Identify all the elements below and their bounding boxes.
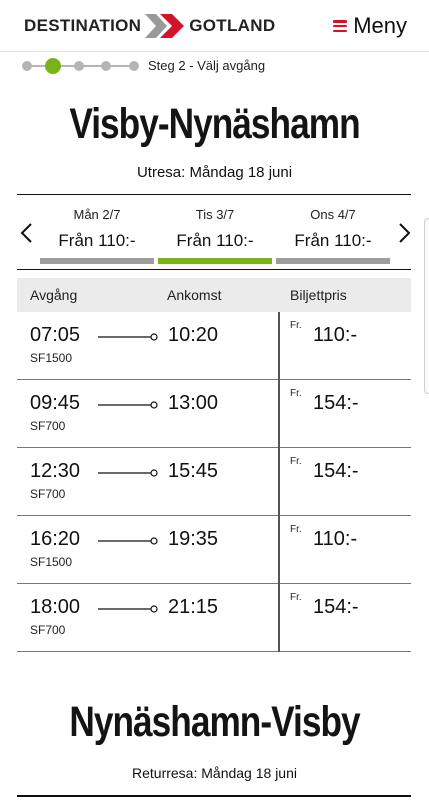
departure-row[interactable]: 18:00 SF700 21:15 Fr. 154:- xyxy=(17,584,411,652)
date-tab-indicator xyxy=(276,258,390,264)
table-header: Avgång Ankomst Biljettpris xyxy=(17,278,411,312)
price-prefix: Fr. xyxy=(290,456,302,467)
ticket-price: 110:- xyxy=(313,324,358,346)
hamburger-icon xyxy=(333,20,348,32)
route-line-icon xyxy=(98,605,158,613)
date-tab-price: Från 110:- xyxy=(58,231,136,250)
ship-name: SF700 xyxy=(30,419,66,433)
ticket-price: 154:- xyxy=(313,392,359,414)
step-label: Steg 2 - Välj avgång xyxy=(148,58,266,73)
ship-name: SF1500 xyxy=(30,351,73,365)
arrival-time: 13:00 xyxy=(168,392,219,414)
arrival-time: 19:35 xyxy=(168,528,219,550)
date-tab-price: Från 110:- xyxy=(294,231,372,250)
step-dot-3 xyxy=(74,61,84,71)
date-tab-day: Ons 4/7 xyxy=(310,207,356,222)
date-tab-indicator xyxy=(158,258,272,264)
outbound-date: Utresa: Måndag 18 juni xyxy=(136,164,293,181)
ticket-price: 154:- xyxy=(313,460,359,482)
arrival-time: 15:45 xyxy=(168,460,219,482)
price-prefix: Fr. xyxy=(290,524,302,535)
date-tab-indicator xyxy=(40,258,154,264)
header-price: Biljettpris xyxy=(290,287,347,303)
ship-name: SF700 xyxy=(30,623,66,637)
column-divider xyxy=(278,380,280,448)
ticket-price: 110:- xyxy=(313,528,358,550)
departure-time: 18:00 xyxy=(30,596,81,618)
site-header: DESTINATION GOTLAND Meny xyxy=(0,0,429,52)
date-tab-price: Från 110:- xyxy=(176,231,254,250)
column-divider xyxy=(278,584,280,652)
departure-time: 07:05 xyxy=(30,324,81,346)
ticket-price: 154:- xyxy=(313,596,359,618)
date-tab-wed[interactable]: Ons 4/7 Från 110:- xyxy=(276,206,390,264)
ship-name: SF1500 xyxy=(30,555,73,569)
departure-time: 16:20 xyxy=(30,528,81,550)
arrival-time: 10:20 xyxy=(168,324,219,346)
column-divider xyxy=(278,312,280,380)
logo-chevrons-icon xyxy=(145,14,185,38)
price-prefix: Fr. xyxy=(290,320,302,331)
menu-label: Meny xyxy=(353,13,407,38)
return-divider xyxy=(17,795,411,797)
route-line-icon xyxy=(98,469,158,477)
chevron-left-icon[interactable] xyxy=(16,222,38,244)
date-tab-day: Tis 3/7 xyxy=(195,207,235,222)
price-prefix: Fr. xyxy=(290,388,302,399)
departure-time: 09:45 xyxy=(30,392,81,414)
departures-table: Avgång Ankomst Biljettpris 07:05 SF1500 … xyxy=(17,278,411,652)
route-line-icon xyxy=(98,537,158,545)
date-tab-day: Mån 2/7 xyxy=(73,207,121,222)
chevron-right-icon[interactable] xyxy=(393,222,415,244)
price-prefix: Fr. xyxy=(290,592,302,603)
ship-name: SF700 xyxy=(30,487,66,501)
return-date: Returresa: Måndag 18 juni xyxy=(132,765,297,781)
step-dot-2-active xyxy=(45,58,61,74)
date-tab-tue-selected[interactable]: Tis 3/7 Från 110:- xyxy=(158,206,272,264)
departure-row[interactable]: 16:20 SF1500 19:35 Fr. 110:- xyxy=(17,516,411,584)
return-route-title: Nynäshamn-Visby xyxy=(69,698,360,746)
logo-text-left: DESTINATION xyxy=(24,16,142,35)
departure-time: 12:30 xyxy=(30,460,81,482)
date-tab-mon[interactable]: Mån 2/7 Från 110:- xyxy=(40,206,154,264)
step-dot-5 xyxy=(129,61,139,71)
header-departure: Avgång xyxy=(30,287,78,303)
step-dot-4 xyxy=(101,61,111,71)
arrival-time: 21:15 xyxy=(168,596,219,618)
column-divider xyxy=(278,516,280,584)
departure-row[interactable]: 12:30 SF700 15:45 Fr. 154:- xyxy=(17,448,411,516)
booking-progress: Steg 2 - Välj avgång xyxy=(22,58,422,74)
column-divider xyxy=(278,448,280,516)
logo-text-right: GOTLAND xyxy=(189,16,276,35)
header-arrival: Ankomst xyxy=(167,287,222,303)
menu-button[interactable]: Meny xyxy=(333,12,407,40)
step-dot-1 xyxy=(22,61,32,71)
side-panel-handle[interactable] xyxy=(424,218,429,394)
departure-row[interactable]: 07:05 SF1500 10:20 Fr. 110:- xyxy=(17,312,411,380)
route-line-icon xyxy=(98,333,158,341)
departure-row[interactable]: 09:45 SF700 13:00 Fr. 154:- xyxy=(17,380,411,448)
outbound-route-title: Visby-Nynäshamn xyxy=(69,100,360,148)
destination-gotland-logo[interactable]: DESTINATION GOTLAND xyxy=(24,12,275,40)
route-line-icon xyxy=(98,401,158,409)
